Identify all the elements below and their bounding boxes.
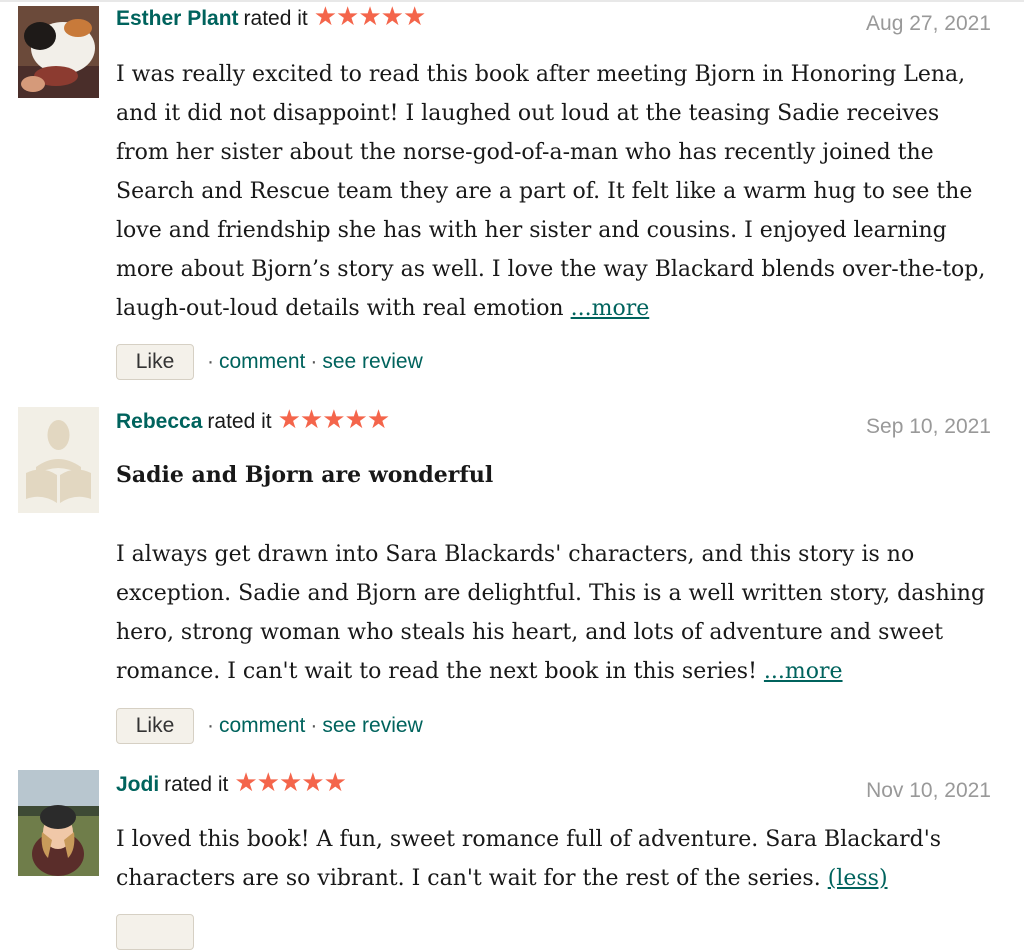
- separator: ·: [207, 714, 214, 737]
- person-photo-icon: [18, 770, 99, 876]
- like-button-partial[interactable]: [116, 914, 194, 950]
- more-link[interactable]: ...more: [571, 296, 650, 321]
- star-rating: ★★★★★: [234, 767, 347, 797]
- cat-photo-icon: [18, 6, 99, 98]
- default-reader-avatar-icon: [18, 407, 99, 513]
- like-button[interactable]: Like: [116, 344, 194, 380]
- see-review-link[interactable]: see review: [322, 350, 422, 374]
- reviewer-name[interactable]: Rebecca: [116, 410, 202, 434]
- review-actions: Like · comment · see review: [116, 708, 423, 744]
- review-text: I always get drawn into Sara Blackards' …: [116, 535, 996, 691]
- separator: ·: [310, 350, 318, 373]
- review-header: Rebecca rated it ★★★★★: [116, 404, 391, 435]
- reviewer-name[interactable]: Esther Plant: [116, 7, 239, 31]
- comment-link[interactable]: comment: [219, 714, 305, 738]
- review-date[interactable]: Nov 10, 2021: [866, 779, 991, 803]
- review-body: I always get drawn into Sara Blackards' …: [116, 542, 986, 684]
- star-rating: ★★★★★: [313, 1, 427, 31]
- rated-label: rated it: [164, 773, 229, 796]
- rated-label: rated it: [207, 410, 272, 433]
- more-link[interactable]: ...more: [764, 659, 843, 684]
- review-body: I was really excited to read this book a…: [116, 62, 986, 321]
- review-date[interactable]: Aug 27, 2021: [866, 12, 991, 36]
- review-date[interactable]: Sep 10, 2021: [866, 415, 991, 439]
- review-body: I loved this book! A fun, sweet romance …: [116, 827, 942, 891]
- rated-label: rated it: [243, 7, 308, 30]
- comment-link[interactable]: comment: [219, 350, 305, 374]
- review-title: Sadie and Bjorn are wonderful: [116, 462, 494, 488]
- less-link[interactable]: (less): [828, 866, 888, 891]
- review-header: Esther Plant rated it ★★★★★: [116, 1, 427, 32]
- review-actions: Like · comment · see review: [116, 344, 423, 380]
- see-review-link[interactable]: see review: [322, 714, 422, 738]
- separator: ·: [310, 714, 318, 737]
- top-divider: [0, 0, 1024, 2]
- like-button[interactable]: Like: [116, 708, 194, 744]
- review-text: I was really excited to read this book a…: [116, 55, 996, 328]
- review-header: Jodi rated it ★★★★★: [116, 767, 347, 798]
- reviewer-avatar[interactable]: [18, 6, 99, 98]
- separator: ·: [207, 350, 214, 373]
- star-rating: ★★★★★: [277, 404, 391, 434]
- reviewer-avatar[interactable]: [18, 407, 99, 513]
- reviewer-avatar[interactable]: [18, 770, 99, 876]
- reviewer-name[interactable]: Jodi: [116, 773, 159, 797]
- review-text: I loved this book! A fun, sweet romance …: [116, 820, 996, 898]
